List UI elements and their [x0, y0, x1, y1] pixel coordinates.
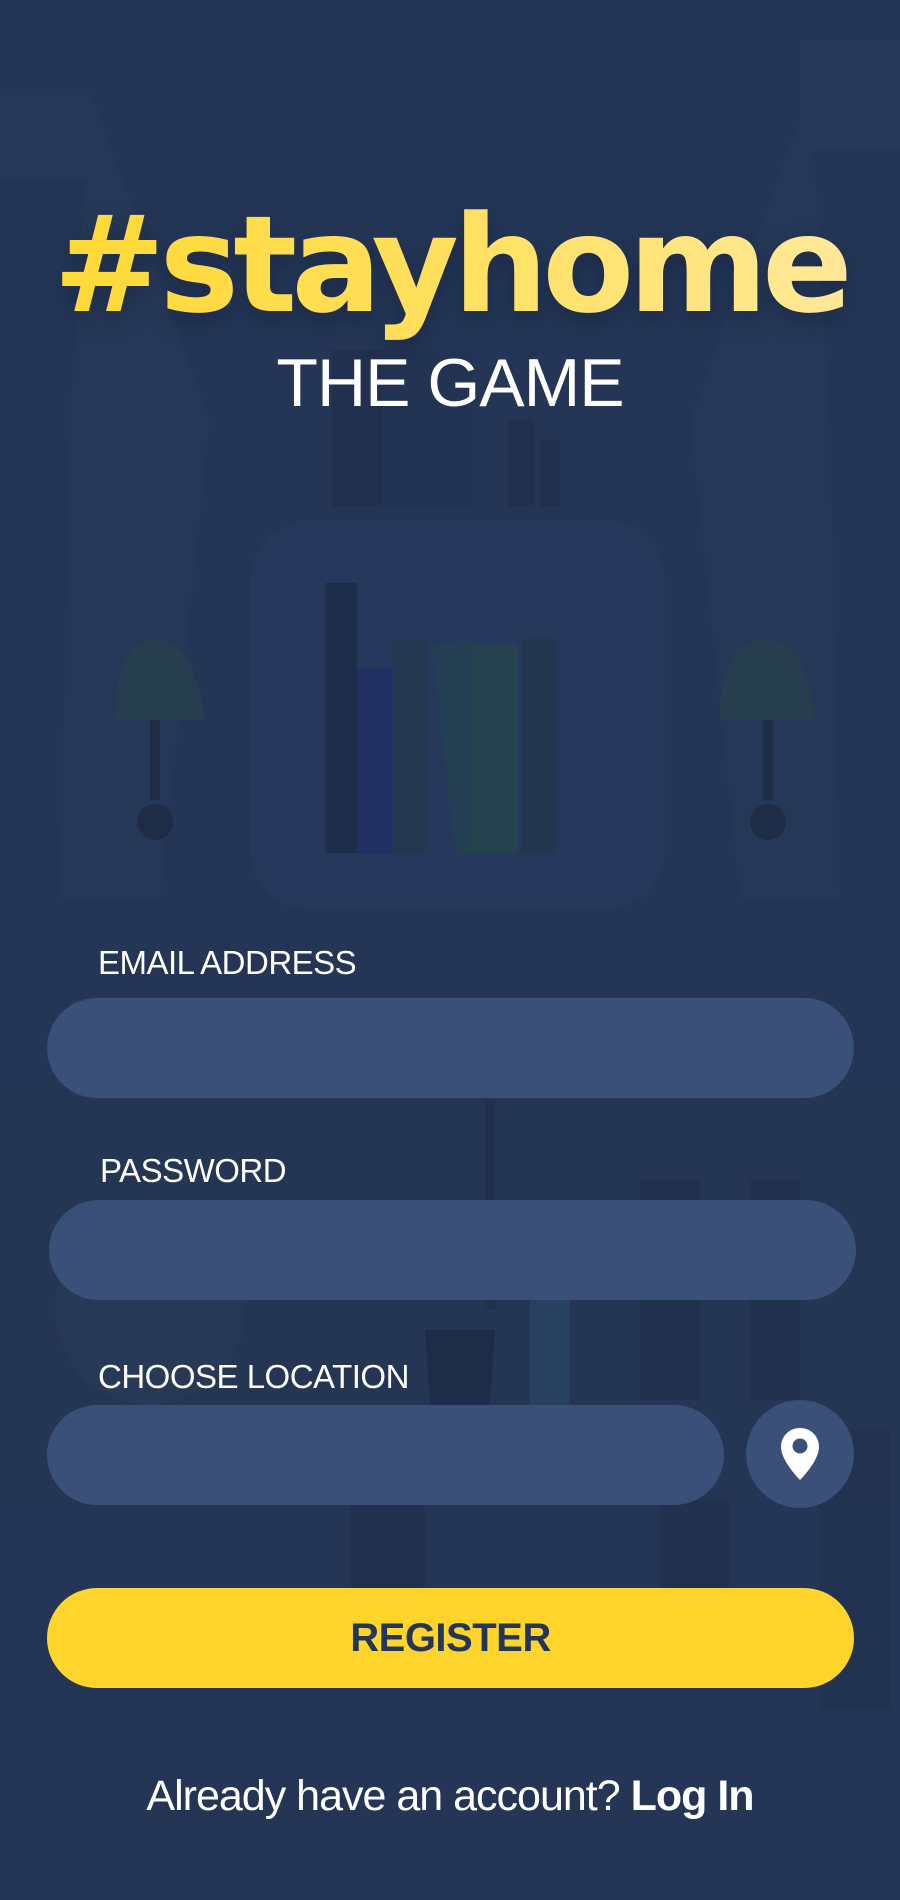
register-screen: #stayhome THE GAME EMAIL ADDRESS PASSWOR… [0, 0, 900, 1900]
location-label: CHOOSE LOCATION [98, 1358, 409, 1395]
password-label: PASSWORD [100, 1152, 287, 1189]
login-prompt-text: Already have an account? [146, 1772, 631, 1820]
email-field[interactable] [47, 998, 854, 1098]
game-subtitle: THE GAME [276, 345, 624, 421]
password-field[interactable] [49, 1200, 856, 1300]
choose-location-button[interactable] [746, 1400, 854, 1508]
login-prompt: Already have an account? Log In [0, 1768, 900, 1824]
game-logo: #stayhome [0, 190, 900, 340]
location-field[interactable] [47, 1405, 724, 1505]
email-label: EMAIL ADDRESS [98, 944, 357, 981]
login-link[interactable]: Log In [631, 1772, 755, 1820]
location-pin-icon [781, 1428, 819, 1480]
register-button[interactable]: REGISTER [47, 1588, 854, 1688]
